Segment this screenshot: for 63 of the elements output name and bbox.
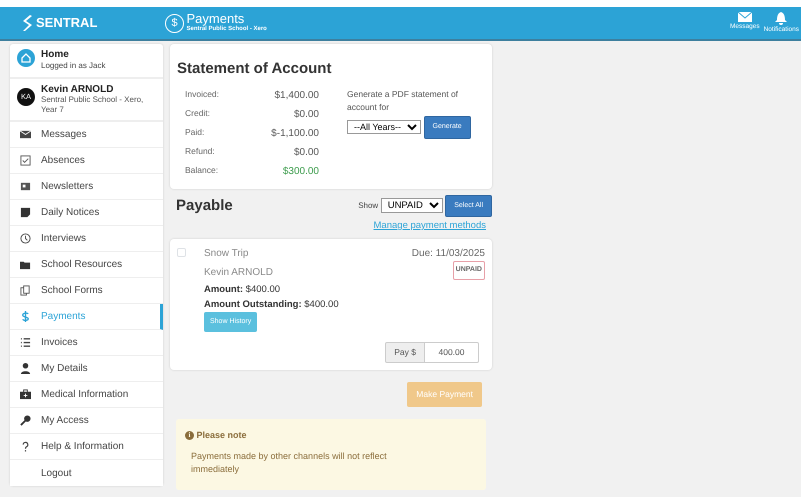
statement-label: Invoiced: bbox=[185, 88, 220, 100]
question-icon bbox=[20, 441, 31, 452]
section-title: Payable bbox=[176, 196, 233, 216]
copy-icon bbox=[20, 285, 31, 296]
year-select[interactable]: --All Years-- bbox=[347, 120, 421, 134]
bell-icon bbox=[775, 12, 788, 25]
item-checkbox[interactable] bbox=[177, 248, 186, 258]
pay-label: Pay $ bbox=[385, 342, 425, 363]
home-title[interactable]: Home bbox=[41, 49, 106, 60]
statement-value: $0.00 bbox=[292, 146, 319, 160]
envelope-icon bbox=[738, 12, 752, 22]
item-student: Kevin ARNOLD bbox=[204, 266, 273, 280]
page-title: Payments bbox=[186, 12, 244, 25]
sidebar-item[interactable]: Interviews bbox=[10, 226, 163, 252]
sidebar-item[interactable]: My Details bbox=[10, 356, 163, 382]
statement-label: Balance: bbox=[185, 164, 220, 176]
student-name: Kevin ARNOLD bbox=[41, 84, 114, 95]
statement-value: $1,400.00 bbox=[274, 88, 319, 102]
sidebar-item[interactable]: Medical Information bbox=[10, 382, 163, 408]
list-icon bbox=[20, 337, 31, 348]
statement-value: $300.00 bbox=[282, 164, 319, 178]
student-school: Sentral Public School - Xero, Year 7 bbox=[41, 95, 144, 115]
note-icon bbox=[20, 207, 31, 218]
medical-kit-icon bbox=[20, 389, 31, 400]
login-status: Logged in as Jack bbox=[41, 60, 106, 72]
page-icon: $ bbox=[165, 14, 184, 32]
sidebar-item[interactable]: Logout bbox=[10, 460, 163, 486]
sidebar-item[interactable]: Absences bbox=[10, 148, 163, 174]
folder-icon bbox=[20, 259, 31, 270]
note-title: Please note bbox=[196, 428, 247, 442]
sidebar-item[interactable]: Messages bbox=[10, 122, 163, 148]
note-text: Payments made by other channels will not reflect immediately bbox=[191, 450, 388, 476]
show-label: Show bbox=[358, 200, 378, 212]
statement-label: Refund: bbox=[185, 144, 216, 158]
checkbox-icon bbox=[20, 155, 31, 166]
status-select[interactable]: UNPAID bbox=[380, 198, 443, 214]
statement-label: Paid: bbox=[185, 126, 206, 138]
amount-text: Amount: $400.00 bbox=[204, 283, 282, 298]
envelope-icon bbox=[20, 129, 31, 140]
pay-amount-field[interactable]: 400.00 bbox=[425, 342, 479, 363]
outstanding-text: Amount Outstanding: $400.00 bbox=[204, 298, 340, 312]
statement-value: $0.00 bbox=[292, 108, 319, 122]
key-icon bbox=[20, 415, 31, 426]
item-title: Snow Trip bbox=[204, 247, 248, 262]
sidebar-item[interactable]: My Access bbox=[10, 408, 163, 434]
sidebar-item[interactable]: School Resources bbox=[10, 252, 163, 278]
statement-label: Credit: bbox=[185, 106, 212, 120]
sidebar-item[interactable]: Help & Information bbox=[10, 434, 163, 460]
sidebar-item[interactable]: School Forms bbox=[10, 278, 163, 304]
sidebar-item[interactable]: Daily Notices bbox=[10, 200, 163, 226]
sidebar-item[interactable]: Newsletters bbox=[10, 174, 163, 200]
logo-icon bbox=[22, 15, 32, 31]
due-date: Due: 11/03/2025 bbox=[412, 247, 485, 262]
sidebar-item[interactable]: Invoices bbox=[10, 330, 163, 356]
pdf-instructions: Generate a PDF statement of account for bbox=[347, 88, 460, 114]
dollar-icon bbox=[20, 311, 31, 322]
newspaper-icon bbox=[20, 181, 31, 192]
clock-icon bbox=[20, 233, 31, 244]
statement-value: $-1,100.00 bbox=[270, 126, 319, 140]
card-title: Statement of Account bbox=[177, 59, 332, 79]
home-icon bbox=[17, 49, 35, 67]
brand-name: SENTRAL bbox=[36, 14, 98, 32]
person-icon bbox=[20, 363, 31, 374]
